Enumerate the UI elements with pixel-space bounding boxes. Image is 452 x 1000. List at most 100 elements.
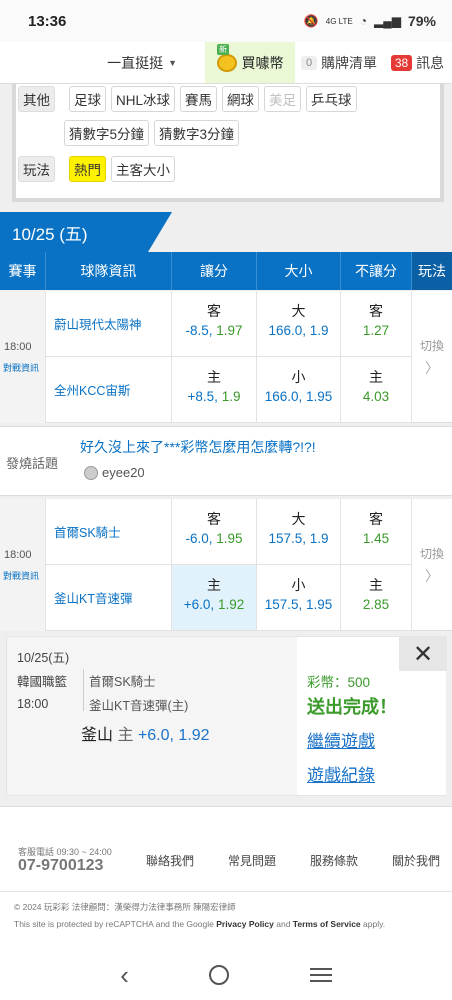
footer-link-contact[interactable]: 聯絡我們 — [146, 852, 194, 869]
hot-topic-banner[interactable]: 發燒話題 好久沒上來了***彩幣怎麼用怎麼轉?!?! eyee20 — [0, 426, 452, 496]
odds-label: 客 — [207, 303, 221, 319]
bet-result-panel: 10/25(五) 韓國職籃 18:00 首爾SK騎士 釜山KT音速彈(主) 釜山… — [6, 636, 447, 796]
odds-price: 1.95 — [216, 531, 243, 546]
odds-away-moneyline[interactable]: 客 1.27 — [341, 291, 412, 357]
continue-game-link[interactable]: 繼續遊戲 — [307, 727, 375, 752]
match-info-link[interactable]: 對戰資訊 — [3, 569, 39, 582]
pick-value: +6.0, 1.92 — [137, 727, 210, 744]
guess-5min-chip[interactable]: 猜數字5分鐘 — [64, 120, 150, 146]
home-team[interactable]: 釜山KT音速彈 — [46, 565, 172, 631]
battery-level: 79% — [407, 13, 436, 29]
wifi-icon: ◔ — [359, 14, 367, 28]
odds-price: 4.03 — [362, 389, 390, 404]
odds-price: 1.97 — [216, 323, 243, 338]
close-icon[interactable]: ✕ — [399, 637, 447, 671]
game-history-link[interactable]: 遊戲紀錄 — [307, 761, 375, 786]
spread-line: -6.0, — [185, 531, 213, 546]
odds-under[interactable]: 小 157.5, 1.95 — [257, 565, 341, 631]
cart-count-badge: 0 — [300, 55, 318, 70]
recent-apps-icon[interactable] — [309, 968, 332, 982]
odds-value: 166.0, 1.95 — [257, 389, 340, 404]
header-spread: 讓分 — [172, 252, 257, 290]
recaptcha-and: and — [273, 919, 293, 929]
hot-topic-label: 發燒話題 — [6, 456, 59, 471]
sport-chip-horse[interactable]: 賽馬 — [180, 86, 218, 112]
odds-price: 1.9 — [309, 531, 329, 546]
bet-time: 18:00 — [17, 697, 49, 711]
support-phone[interactable]: 07-9700123 — [18, 857, 103, 875]
switch-play-button[interactable]: 切換 〉 — [412, 499, 452, 631]
odds-value: +8.5, 1.9 — [172, 389, 256, 404]
odds-price: 1.9 — [309, 323, 329, 338]
home-team[interactable]: 全州KCC宙斯 — [46, 357, 172, 423]
sport-filter-row: 其他 足球 NHL冰球 賽馬 網球 美足 乒乓球 — [18, 86, 357, 112]
buy-coins-button[interactable]: 新 買噱幣 — [205, 42, 295, 83]
android-nav-bar: ‹ — [0, 950, 452, 1000]
odds-home-moneyline[interactable]: 主 2.85 — [341, 565, 412, 631]
footer-link-terms[interactable]: 服務條款 — [310, 852, 358, 869]
divider — [83, 669, 84, 711]
odds-label: 客 — [369, 303, 383, 319]
odds-label: 主 — [207, 369, 221, 385]
odds-label: 主 — [369, 369, 383, 385]
odds-value: 2.85 — [341, 597, 411, 612]
odds-value: 166.0, 1.9 — [257, 323, 340, 338]
odds-home-moneyline[interactable]: 主 4.03 — [341, 357, 412, 423]
footer-link-faq[interactable]: 常見問題 — [228, 852, 276, 869]
sport-chip-soccer[interactable]: 足球 — [69, 86, 106, 112]
sport-chip-tennis[interactable]: 網球 — [222, 86, 260, 112]
odds-home-spread-selected[interactable]: 主 +6.0, 1.92 — [172, 565, 257, 631]
signal-icon: ▂▄▆ — [374, 14, 401, 28]
status-bar: 13:36 🔕 4G LTE ◔ ▂▄▆ 79% — [0, 0, 452, 42]
privacy-policy-link[interactable]: Privacy Policy — [216, 919, 274, 929]
odds-away-moneyline[interactable]: 客 1.45 — [341, 499, 412, 565]
messages-count-badge: 38 — [390, 54, 413, 71]
coin-icon — [216, 53, 237, 72]
home-icon[interactable] — [209, 965, 230, 985]
match-info-link[interactable]: 對戰資訊 — [3, 361, 39, 374]
total-line: 166.0, — [268, 323, 306, 338]
terms-of-service-link[interactable]: Terms of Service — [293, 919, 361, 929]
odds-value: 157.5, 1.95 — [257, 597, 340, 612]
away-team[interactable]: 蔚山現代太陽神 — [46, 291, 172, 357]
odds-label: 客 — [369, 511, 383, 527]
cart-button[interactable]: 0 購牌清單 — [295, 42, 383, 83]
author-name: eyee20 — [102, 465, 145, 480]
odds-away-spread[interactable]: 客 -8.5, 1.97 — [172, 291, 257, 357]
bet-league: 韓國職籃 — [17, 675, 68, 689]
recaptcha-notice: This site is protected by reCAPTCHA and … — [14, 919, 385, 929]
bet-date: 10/25(五) — [17, 651, 70, 665]
sport-chip-nhl[interactable]: NHL冰球 — [111, 86, 176, 112]
hot-topic-title[interactable]: 好久沒上來了***彩幣怎麼用怎麼轉?!?! — [80, 437, 316, 457]
odds-away-spread[interactable]: 客 -6.0, 1.95 — [172, 499, 257, 565]
match-row: 18:00 對戰資訊 蔚山現代太陽神 全州KCC宙斯 客 -8.5, 1.97 … — [0, 291, 452, 423]
footer-link-about[interactable]: 關於我們 — [392, 852, 440, 869]
new-badge-icon: 新 — [217, 44, 229, 55]
odds-over[interactable]: 大 157.5, 1.9 — [257, 499, 341, 565]
odds-home-spread[interactable]: 主 +8.5, 1.9 — [172, 357, 257, 423]
date-tab-corner — [148, 212, 172, 252]
avatar — [84, 465, 98, 480]
play-chip-hot[interactable]: 熱門 — [69, 156, 106, 182]
odds-under[interactable]: 小 166.0, 1.95 — [257, 357, 341, 423]
odds-value: 4.03 — [341, 389, 411, 404]
switch-label: 切換 — [419, 338, 444, 353]
bet-team-away: 首爾SK騎士 — [89, 675, 156, 689]
sport-chip-pingpong[interactable]: 乒乓球 — [306, 86, 357, 112]
play-chip-home-away-ou[interactable]: 主客大小 — [111, 156, 175, 182]
pick-team: 釜山 — [81, 727, 114, 744]
odds-value: 157.5, 1.9 — [257, 531, 340, 546]
clock: 13:36 — [28, 12, 67, 30]
messages-button[interactable]: 38 訊息 — [383, 42, 452, 83]
back-icon[interactable]: ‹ — [120, 960, 129, 991]
odds-table-header: 賽事 球隊資訊 讓分 大小 不讓分 玩法 — [0, 252, 452, 290]
odds-price: 1.45 — [362, 531, 390, 546]
match-row: 18:00 對戰資訊 首爾SK騎士 釜山KT音速彈 客 -6.0, 1.95 大… — [0, 499, 452, 631]
switch-play-button[interactable]: 切換 〉 — [412, 291, 452, 423]
odds-over[interactable]: 大 166.0, 1.9 — [257, 291, 341, 357]
guess-3min-chip[interactable]: 猜數字3分鐘 — [154, 120, 240, 146]
coin-balance: 彩幣：500 — [307, 675, 371, 690]
away-team[interactable]: 首爾SK騎士 — [46, 499, 172, 565]
account-dropdown[interactable]: 一直挺挺 ▼ — [0, 42, 205, 83]
odds-price: 1.95 — [306, 389, 333, 404]
